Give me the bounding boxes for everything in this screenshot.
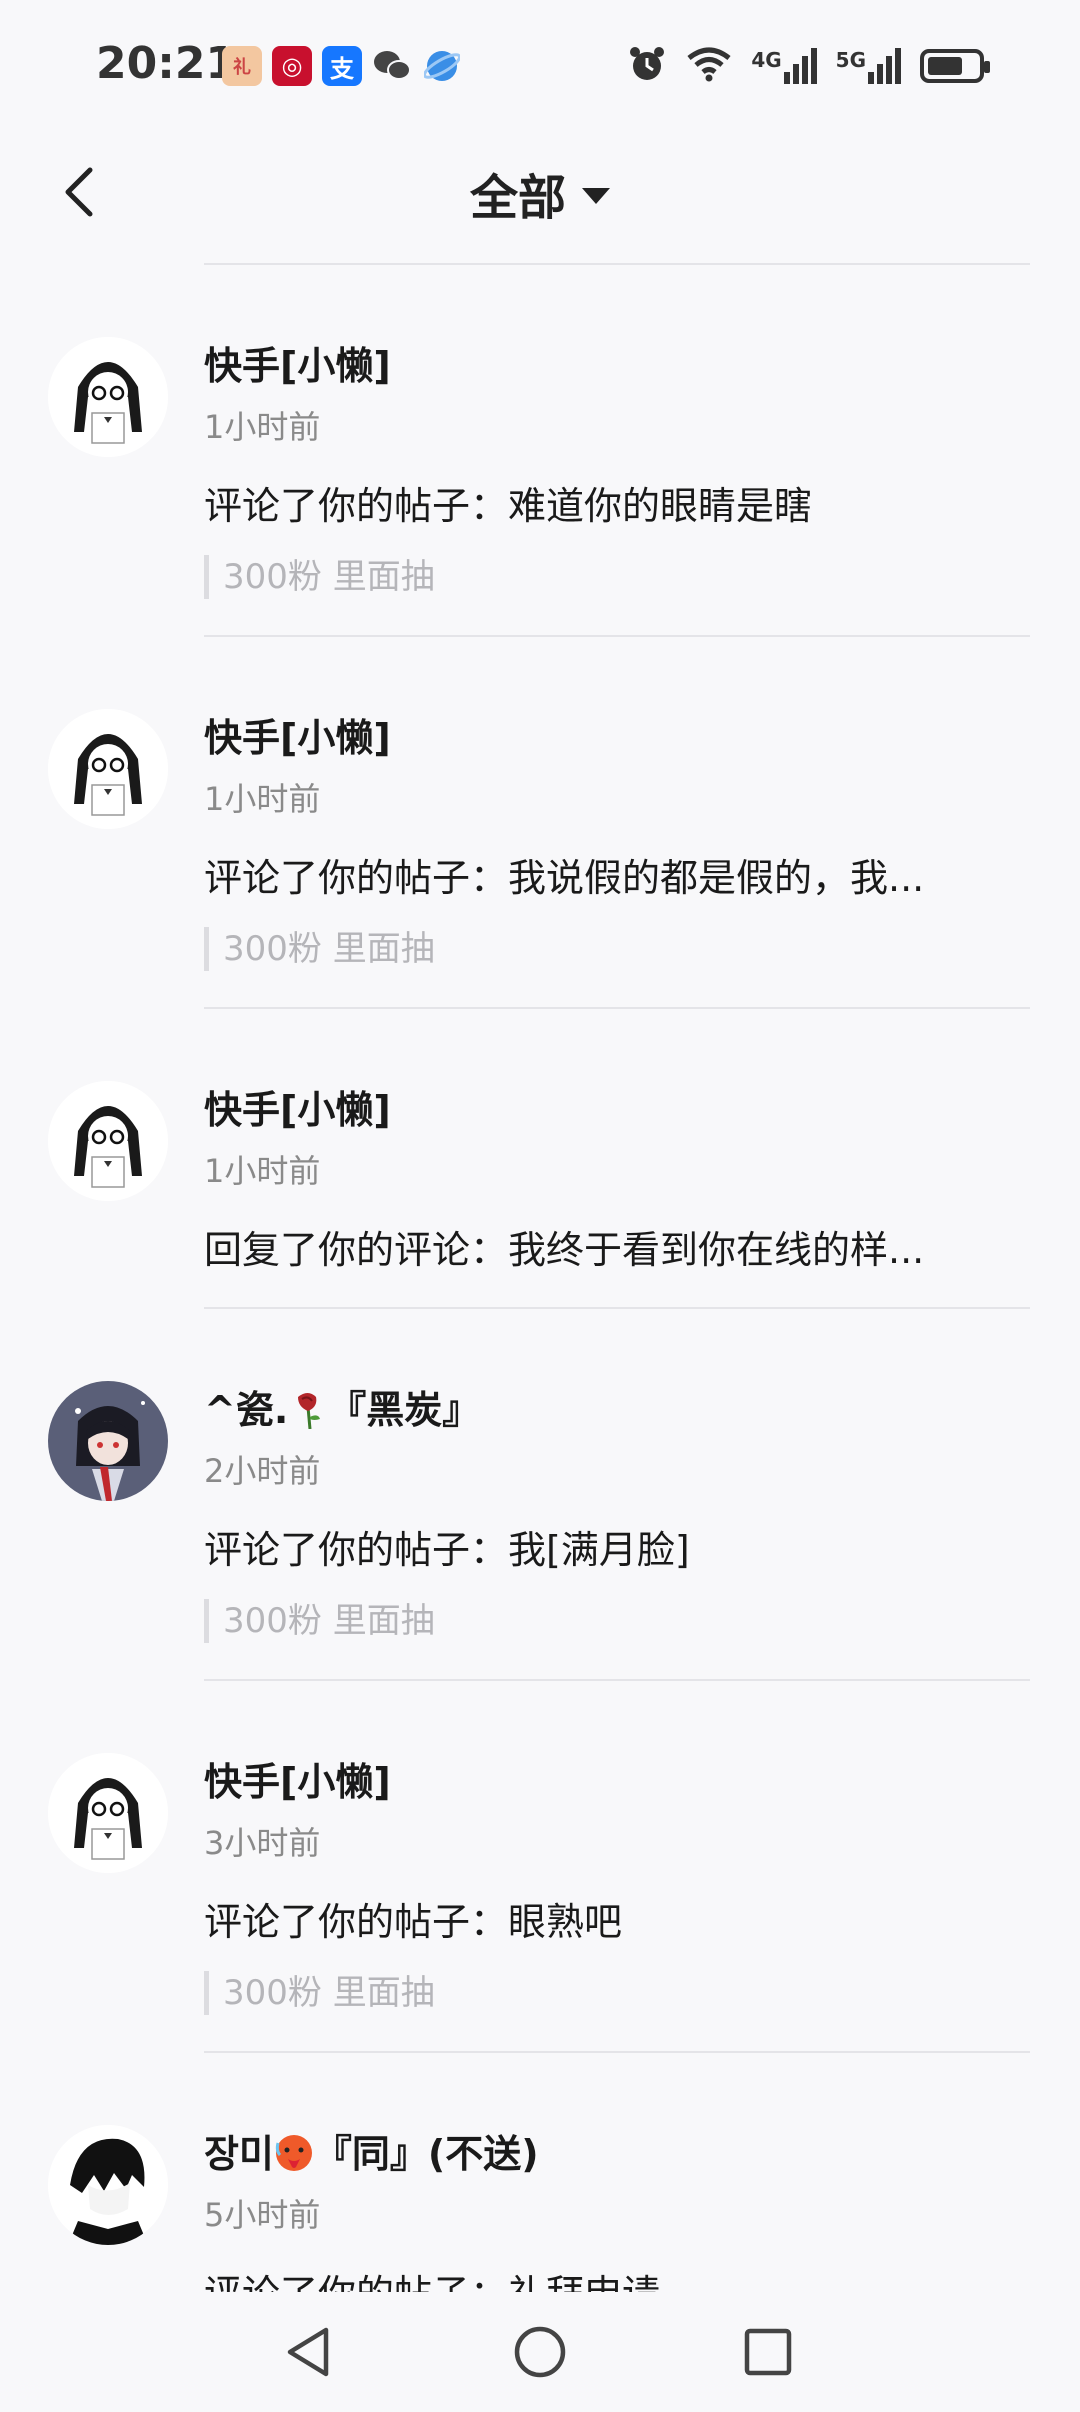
- notification-text: 评论了你的帖子：我说假的都是假的，我...: [204, 856, 925, 900]
- system-icons: 4G 5G: [627, 44, 990, 88]
- gift-app-icon: 礼: [222, 46, 262, 86]
- status-time: 20:21: [96, 38, 237, 89]
- browser-app-icon: [422, 46, 462, 86]
- back-triangle-icon: [287, 2327, 329, 2377]
- user-name-prefix: 장미: [204, 2132, 274, 2176]
- timestamp: 3小时前: [204, 1824, 321, 1862]
- page-title: 全部: [469, 170, 566, 226]
- avatar[interactable]: [48, 709, 168, 829]
- nav-home-button[interactable]: [510, 2322, 570, 2382]
- recents-square-icon: [744, 2328, 792, 2376]
- notification-item[interactable]: 快手[小懒] 1小时前 回复了你的评论：我终于看到你在线的样...: [0, 1009, 1080, 1307]
- caret-down-icon: [582, 188, 610, 204]
- quoted-post[interactable]: 300粉 里面抽: [204, 1971, 435, 2015]
- timestamp: 1小时前: [204, 408, 321, 446]
- avatar[interactable]: [48, 337, 168, 457]
- status-bar: 20:21 礼 ◎ 支 4G 5G: [0, 0, 1080, 130]
- filter-dropdown[interactable]: 全部: [0, 158, 1080, 228]
- user-name[interactable]: 快手[小懒]: [204, 335, 391, 390]
- wifi-icon: [685, 44, 733, 88]
- avatar[interactable]: [48, 1081, 168, 1201]
- quoted-post[interactable]: 300粉 里面抽: [204, 1599, 435, 1643]
- user-name[interactable]: 快手[小懒]: [204, 1751, 391, 1806]
- system-navigation-bar: [0, 2292, 1080, 2412]
- quoted-post[interactable]: 300粉 里面抽: [204, 927, 435, 971]
- notification-item[interactable]: 장미 『同』(不送) 5小时前 评论了你的帖子：礼拜申请: [0, 2053, 1080, 2293]
- user-name[interactable]: ^瓷. 『黑炭』: [204, 1379, 480, 1434]
- hot-face-emoji-icon: [274, 2133, 314, 2173]
- home-circle-icon: [514, 2326, 566, 2378]
- notification-text: 评论了你的帖子：我[满月脸]: [204, 1528, 690, 1572]
- timestamp: 5小时前: [204, 2196, 321, 2234]
- battery-icon: [920, 49, 990, 83]
- user-name-suffix: 『同』(不送): [313, 2132, 539, 2176]
- timestamp: 2小时前: [204, 1452, 321, 1490]
- wechat-app-icon: [372, 46, 412, 86]
- notification-item[interactable]: 快手[小懒] 1小时前 评论了你的帖子：难道你的眼睛是瞎 300粉 里面抽: [0, 265, 1080, 635]
- notification-list: 快手[小懒] 1小时前 评论了你的帖子：难道你的眼睛是瞎 300粉 里面抽 快手…: [0, 263, 1080, 2293]
- avatar[interactable]: [48, 1753, 168, 1873]
- alipay-app-icon: 支: [322, 46, 362, 86]
- bank-app-icon: ◎: [272, 46, 312, 86]
- user-name[interactable]: 快手[小懒]: [204, 707, 391, 762]
- notification-text: 评论了你的帖子：难道你的眼睛是瞎: [204, 484, 813, 528]
- signal-5g-icon: 5G: [836, 48, 902, 84]
- notification-item[interactable]: 快手[小懒] 1小时前 评论了你的帖子：我说假的都是假的，我... 300粉 里…: [0, 637, 1080, 1007]
- notification-text: 评论了你的帖子：眼熟吧: [204, 1900, 623, 1944]
- user-name[interactable]: 快手[小懒]: [204, 1079, 391, 1134]
- notification-item[interactable]: ^瓷. 『黑炭』 2小时前 评论了你的帖子：我[满月脸] 300粉 里面抽: [0, 1309, 1080, 1679]
- wilted-rose-icon: [288, 1389, 328, 1430]
- header: 全部: [0, 130, 1080, 254]
- signal-4g-icon: 4G: [751, 48, 817, 84]
- notification-text: 评论了你的帖子：礼拜申请: [204, 2263, 1004, 2293]
- avatar[interactable]: [48, 1381, 168, 1501]
- user-name[interactable]: 장미 『同』(不送): [204, 2123, 539, 2178]
- timestamp: 1小时前: [204, 1152, 321, 1190]
- nav-back-button[interactable]: [278, 2322, 338, 2382]
- timestamp: 1小时前: [204, 780, 321, 818]
- user-name-suffix: 『黑炭』: [328, 1388, 481, 1432]
- alarm-icon: [627, 44, 667, 88]
- battery-level-fill: [928, 57, 962, 75]
- avatar[interactable]: [48, 2125, 168, 2245]
- notification-app-icons: 礼 ◎ 支: [222, 46, 462, 86]
- nav-recents-button[interactable]: [738, 2322, 798, 2382]
- user-name-prefix: ^瓷.: [204, 1388, 289, 1432]
- notification-item[interactable]: 快手[小懒] 3小时前 评论了你的帖子：眼熟吧 300粉 里面抽: [0, 1681, 1080, 2051]
- quoted-post[interactable]: 300粉 里面抽: [204, 555, 435, 599]
- notification-text: 回复了你的评论：我终于看到你在线的样...: [204, 1228, 925, 1272]
